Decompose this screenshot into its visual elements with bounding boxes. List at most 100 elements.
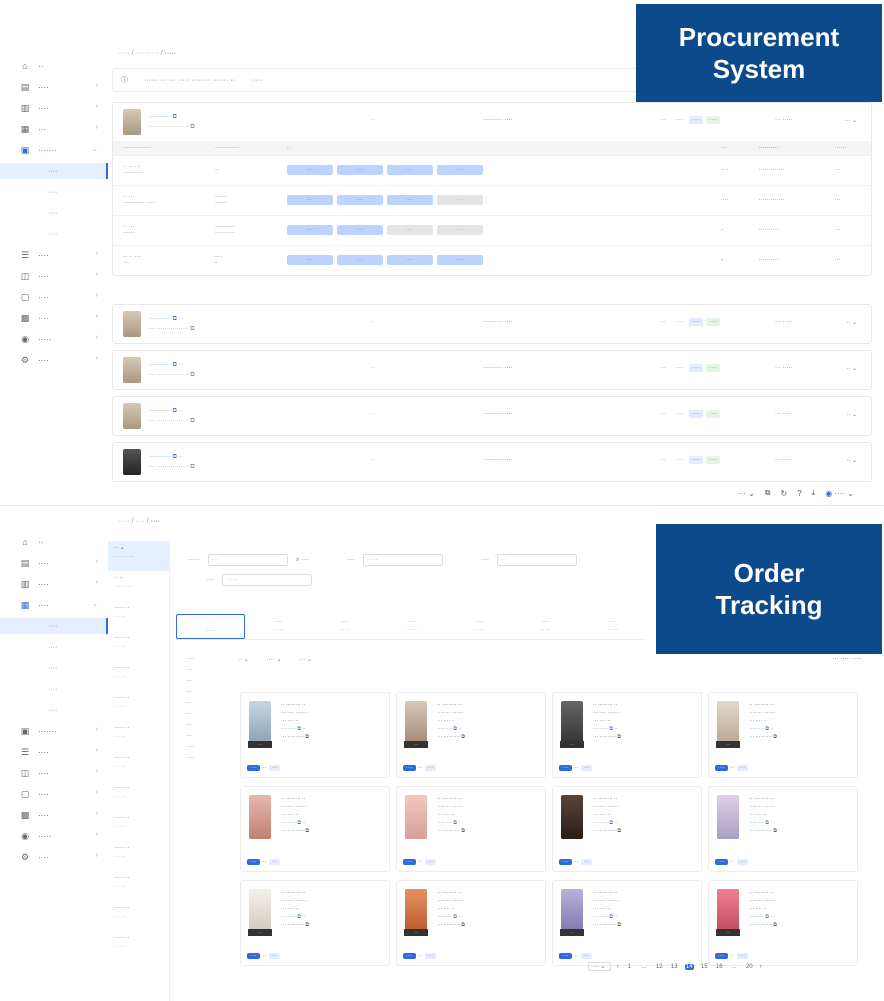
- page-number[interactable]: ...: [730, 964, 739, 970]
- action-chip[interactable]: ····: [247, 953, 260, 959]
- action-chip[interactable]: ···: [737, 953, 749, 959]
- tab-status[interactable]: ····· ·· ···: [312, 614, 379, 639]
- action-chip[interactable]: ···: [737, 765, 749, 771]
- refresh-icon[interactable]: ↻: [781, 489, 788, 498]
- search-icon[interactable]: ⌕ ····: [296, 557, 309, 564]
- product-card[interactable]: ··· ·· ········· ·· ········ ······· ··· ··…: [396, 692, 546, 778]
- action-chip[interactable]: ····: [559, 859, 572, 865]
- sidebar-item-settings[interactable]: ⚙ ···· ›: [0, 849, 108, 865]
- action-chip[interactable]: ··: [731, 859, 734, 865]
- action-chip[interactable]: ··: [419, 765, 422, 771]
- tab-status[interactable]: ····· ·· ···: [379, 614, 446, 639]
- supplier-select[interactable]: ·······: [222, 574, 312, 586]
- more-button[interactable]: ·· ⌄: [846, 457, 857, 464]
- download-icon[interactable]: ⤓: [812, 488, 816, 498]
- store-item[interactable]: ····· ·· ·· ····: [108, 931, 169, 961]
- product-card[interactable]: ··· ·· ········· ·· ········ ······· ··· ··…: [396, 880, 546, 966]
- action-chip[interactable]: ··: [731, 953, 734, 959]
- page-number[interactable]: 1: [625, 964, 634, 970]
- page-number[interactable]: ...: [640, 964, 649, 970]
- sidebar-item-reports[interactable]: ▩ ···· ›: [0, 310, 108, 326]
- action-chip[interactable]: ····: [403, 859, 416, 865]
- action-chip[interactable]: ···: [269, 953, 281, 959]
- tab-status[interactable]: ····· ·· ···: [579, 614, 646, 639]
- order-card[interactable]: ··········· ⧉ ·· ··· ················ ⧉ ·…: [112, 396, 872, 436]
- store-item[interactable]: ····· ·· ·· ····: [108, 841, 169, 871]
- page-number[interactable]: 15: [700, 964, 709, 970]
- category-item[interactable]: ····: [186, 654, 228, 665]
- tab-status[interactable]: ····· ·· ···: [245, 614, 312, 639]
- action-chip[interactable]: ··: [575, 765, 578, 771]
- category-select[interactable]: ·······: [363, 554, 444, 566]
- action-chip[interactable]: ··: [419, 953, 422, 959]
- sidebar-item-stats[interactable]: ▥ ···· ›: [0, 100, 108, 116]
- store-item[interactable]: ····· ·· ·· ····: [108, 661, 169, 691]
- prev-page-button[interactable]: ‹: [617, 964, 619, 970]
- store-item[interactable]: ·· ⌄ ·· ··· ·····: [108, 541, 169, 571]
- page-number[interactable]: 12: [655, 964, 664, 970]
- sidebar-sub-receiving[interactable]: ····: [0, 184, 108, 200]
- product-card[interactable]: ·· ········· ·· ········ ······· ··· ···· …: [552, 786, 702, 872]
- filter-select[interactable]: ···· ⌄: [267, 656, 282, 663]
- sidebar-item-logistics[interactable]: ◫ ···· ›: [0, 765, 108, 781]
- sidebar-item-store[interactable]: ▦ ··· ›: [0, 121, 108, 137]
- action-chip[interactable]: ··: [263, 953, 266, 959]
- action-chip[interactable]: ··: [263, 765, 266, 771]
- action-chip[interactable]: ····: [559, 765, 572, 771]
- sidebar-item-inventory[interactable]: ▤ ···· ›: [0, 79, 108, 95]
- more-button[interactable]: ·· ⌄: [846, 411, 857, 418]
- category-item[interactable]: ···: [186, 687, 228, 698]
- store-item[interactable]: ····· ·· ·· ····: [108, 871, 169, 901]
- action-chip[interactable]: ··: [419, 859, 422, 865]
- product-card[interactable]: ··· ·· ········· ·· ········ ······· ··· ··…: [552, 692, 702, 778]
- sidebar-item-finance[interactable]: ▢ ···· ›: [0, 786, 108, 802]
- sidebar-item-users[interactable]: ◉ ····· ›: [0, 828, 108, 844]
- action-chip[interactable]: ····: [403, 765, 416, 771]
- product-card[interactable]: ·· ········· ·· ········ ······· ··· ···· …: [708, 786, 858, 872]
- action-chip[interactable]: ··: [575, 859, 578, 865]
- action-chip[interactable]: ····: [403, 953, 416, 959]
- page-number[interactable]: 20: [745, 964, 754, 970]
- sidebar-item-users[interactable]: ◉ ····· ›: [0, 331, 108, 347]
- sidebar-item-store[interactable]: ▦ ···· ⌄: [0, 597, 108, 613]
- product-card[interactable]: ·· ········· ·· ········ ······· ··· ···· …: [240, 786, 390, 872]
- action-chip[interactable]: ··: [575, 953, 578, 959]
- store-item[interactable]: ····· ·· ·· ····: [108, 811, 169, 841]
- product-card[interactable]: ··· ·· ········· ·· ········ ······· ··· ··…: [708, 692, 858, 778]
- action-chip[interactable]: ··: [263, 859, 266, 865]
- action-chip[interactable]: ···: [737, 859, 749, 865]
- action-chip[interactable]: ····: [715, 953, 728, 959]
- sidebar-sub-purchase-orders[interactable]: ····: [0, 163, 108, 179]
- page-number-active[interactable]: 14: [684, 963, 694, 970]
- language-select[interactable]: ··· ⌄: [738, 489, 755, 498]
- copy-icon[interactable]: ⧉: [173, 114, 177, 120]
- store-item[interactable]: ····· ·· ·· ····: [108, 631, 169, 661]
- sidebar-item-home[interactable]: ⌂ ··: [0, 58, 108, 74]
- action-chip[interactable]: ···: [425, 765, 437, 771]
- sidebar-item-warehouse[interactable]: ☰ ···· ›: [0, 247, 108, 263]
- tab-all[interactable]: ·· ·· ···: [176, 614, 245, 639]
- sidebar-sub-shipments[interactable]: ····: [0, 639, 108, 655]
- sidebar-item-procurement[interactable]: ▣ ······· ⌄: [0, 142, 108, 158]
- action-chip[interactable]: ···: [269, 765, 281, 771]
- order-card[interactable]: ··········· ⧉ ··· ················ ⧉ ·· ·…: [112, 102, 872, 276]
- copy-icon[interactable]: ⧉: [765, 488, 771, 498]
- order-id-input[interactable]: ···: [208, 554, 288, 566]
- category-item[interactable]: ···: [186, 731, 228, 742]
- date-select[interactable]: ···: [497, 554, 578, 566]
- tab-status[interactable]: ····· ·· ···: [445, 614, 512, 639]
- product-card[interactable]: ··· ·· ········· ·· ········ ······· ··· ··…: [552, 880, 702, 966]
- next-page-button[interactable]: ›: [760, 964, 762, 970]
- product-card[interactable]: ··· ·· ········· ·· ········ ······· ··· ··…: [240, 880, 390, 966]
- sidebar-sub-order-tracking[interactable]: ····: [0, 618, 108, 634]
- category-item[interactable]: ···: [186, 709, 228, 720]
- product-card[interactable]: ·· ········· ·· ········ ······· ··· ···· …: [396, 786, 546, 872]
- more-button[interactable]: ·· ⌄: [846, 319, 857, 326]
- action-chip[interactable]: ····: [559, 953, 572, 959]
- action-chip[interactable]: ···: [425, 953, 437, 959]
- page-number[interactable]: 16: [715, 964, 724, 970]
- action-chip[interactable]: ····: [715, 765, 728, 771]
- action-chip[interactable]: ···: [269, 859, 281, 865]
- product-card[interactable]: ··· ·· ········· ·· ········ ······· ··· ··…: [240, 692, 390, 778]
- store-item[interactable]: ····· ·· ·· ····: [108, 901, 169, 931]
